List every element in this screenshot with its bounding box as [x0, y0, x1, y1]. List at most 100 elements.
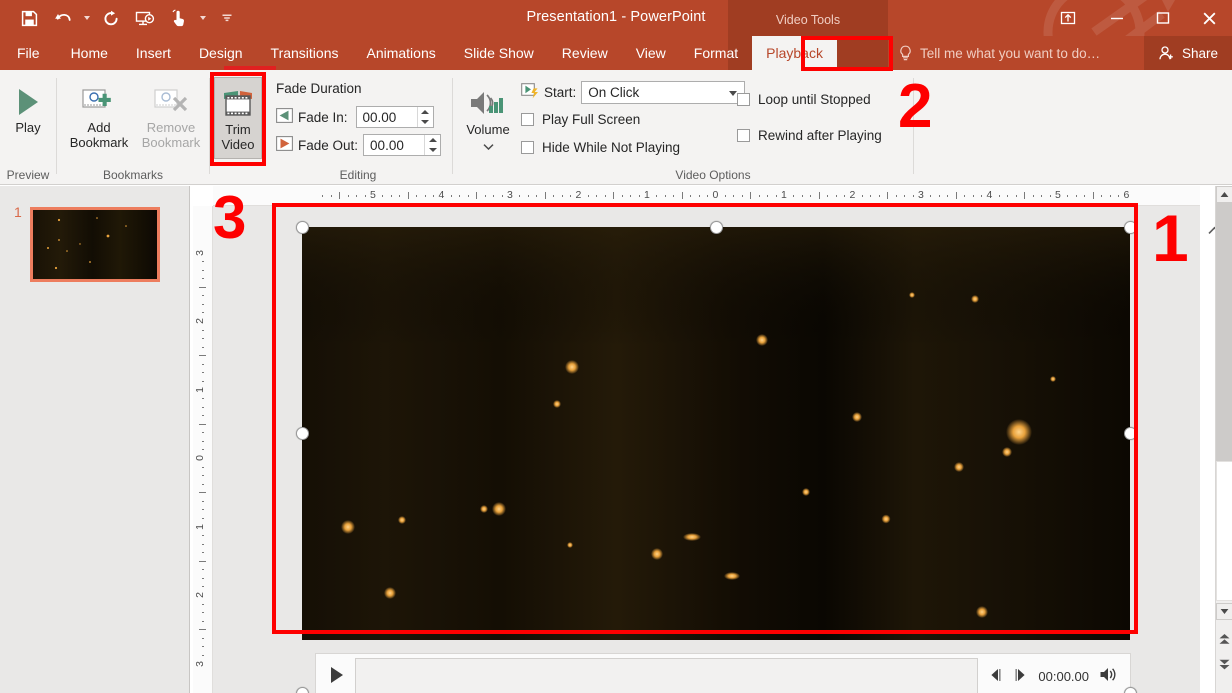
fade-in-input[interactable]: 00.00 [355, 106, 434, 128]
tab-insert[interactable]: Insert [122, 36, 185, 70]
close-icon[interactable] [1186, 0, 1232, 36]
tab-home[interactable]: Home [57, 36, 122, 70]
rewind-after-playing-checkbox[interactable]: Rewind after Playing [737, 128, 882, 143]
scrollbar-track[interactable] [1216, 461, 1232, 601]
scrollbar-thumb[interactable] [1216, 203, 1232, 461]
horizontal-ruler[interactable]: 5 4 3 2 1 0 1 2 3 4 5 6 [213, 186, 1200, 206]
fade-in-row: Fade In: 00.00 [276, 106, 434, 128]
ruler-tick [202, 312, 204, 314]
step-back-icon[interactable] [988, 667, 1003, 686]
selection-handle-bottom-left[interactable] [296, 687, 309, 693]
ruler-tick-label: 2 [849, 189, 856, 201]
speaker-icon[interactable] [1099, 666, 1118, 686]
tab-animations[interactable]: Animations [352, 36, 449, 70]
step-forward-icon[interactable] [1013, 667, 1028, 686]
ruler-tick-label: 5 [370, 189, 376, 201]
tab-review[interactable]: Review [548, 36, 622, 70]
trim-video-button[interactable]: Trim Video [214, 82, 262, 152]
ruler-tick [638, 195, 640, 197]
spinner-down-icon[interactable] [421, 120, 430, 124]
selection-handle-bottom-right[interactable] [1124, 687, 1137, 693]
media-control-bar[interactable]: 00:00.00 [315, 653, 1131, 693]
minimize-icon[interactable] [1094, 0, 1140, 36]
share-button[interactable]: Share [1143, 36, 1232, 70]
selection-handle-middle-left[interactable] [296, 427, 309, 440]
slide-canvas[interactable]: 00:00.00 [213, 206, 1200, 693]
checkbox-box[interactable] [737, 93, 750, 106]
ruler-tick-label: 5 [1055, 189, 1061, 201]
start-dropdown[interactable]: On Click [581, 81, 746, 104]
ruler-tick [199, 629, 206, 631]
ruler-tick [1109, 195, 1111, 197]
loop-until-stopped-checkbox[interactable]: Loop until Stopped [737, 92, 871, 107]
ruler-tick [202, 509, 204, 511]
ruler-tick [690, 195, 692, 197]
ribbon-display-options-icon[interactable] [1042, 0, 1094, 36]
ruler-tick [656, 195, 658, 197]
checkbox-box[interactable] [521, 113, 534, 126]
play-button[interactable]: Play [4, 80, 52, 135]
tab-view[interactable]: View [622, 36, 680, 70]
ruler-tick [202, 577, 204, 579]
tab-format[interactable]: Format [680, 36, 752, 70]
next-slide-icon[interactable] [1216, 653, 1232, 675]
selection-handle-middle-right[interactable] [1124, 427, 1137, 440]
fade-out-input[interactable]: 00.00 [363, 134, 442, 156]
fade-out-spinner[interactable] [424, 135, 440, 155]
vertical-scrollbar[interactable] [1215, 186, 1232, 693]
ribbon-group-bookmarks: Add Bookmark Remove Bookmark Bookmarks [57, 70, 209, 185]
spinner-up-icon[interactable] [421, 110, 430, 114]
selection-handle-top-center[interactable] [710, 221, 723, 234]
hide-while-not-playing-checkbox[interactable]: Hide While Not Playing [521, 140, 680, 155]
tab-playback[interactable]: Playback [752, 36, 837, 70]
tab-file[interactable]: File [0, 36, 57, 70]
group-label-editing: Editing [339, 168, 377, 182]
share-person-icon [1159, 45, 1173, 59]
scroll-up-arrow-icon[interactable] [1216, 186, 1232, 203]
ruler-tick [793, 195, 795, 197]
volume-dropdown-caret-icon[interactable] [482, 138, 494, 153]
ruler-tick [330, 195, 332, 197]
tab-design[interactable]: Design [185, 36, 257, 70]
tell-me-search[interactable]: Tell me what you want to do… [898, 36, 1100, 70]
fade-out-value: 00.00 [370, 137, 404, 153]
ruler-tick [202, 278, 204, 280]
ruler-tick [835, 195, 837, 197]
spinner-down-icon[interactable] [428, 148, 437, 152]
tab-label: Transitions [270, 45, 339, 61]
checkbox-box[interactable] [521, 141, 534, 154]
tab-transitions[interactable]: Transitions [257, 36, 353, 70]
play-full-screen-checkbox[interactable]: Play Full Screen [521, 112, 640, 127]
maximize-icon[interactable] [1140, 0, 1186, 36]
ruler-tick [202, 432, 204, 434]
ruler-tick [339, 192, 341, 199]
selection-handle-top-right[interactable] [1124, 221, 1137, 234]
ruler-tick [433, 195, 435, 197]
ruler-tick [202, 329, 204, 331]
previous-slide-icon[interactable] [1216, 628, 1232, 650]
ruler-tick-label: 0 [193, 455, 206, 461]
powerpoint-window: Presentation1 - PowerPoint Video Tools F… [0, 0, 1232, 693]
selection-handle-top-left[interactable] [296, 221, 309, 234]
slide-thumbnail-pane[interactable]: 1 [0, 186, 190, 693]
slide-thumbnail-1[interactable] [30, 207, 160, 282]
video-object[interactable] [302, 227, 1130, 640]
ruler-tick [202, 269, 204, 271]
video-thumbnail-preview [33, 210, 157, 279]
checkbox-box[interactable] [737, 129, 750, 142]
ruler-tick [199, 492, 206, 494]
fade-in-spinner[interactable] [416, 107, 433, 127]
ruler-tick [390, 195, 392, 197]
vertical-ruler[interactable]: 3 2 1 0 1 2 3 [193, 206, 213, 693]
add-bookmark-button[interactable]: Add Bookmark [65, 80, 133, 150]
ruler-tick [364, 195, 366, 197]
ribbon: Play Preview Add Bookmark Remove Bookmar… [0, 70, 1232, 234]
tab-slide-show[interactable]: Slide Show [450, 36, 548, 70]
volume-button[interactable]: Volume [459, 82, 517, 153]
ruler-tick [681, 192, 683, 199]
media-progress-track[interactable] [355, 658, 979, 693]
ruler-tick [775, 195, 777, 197]
media-play-button[interactable] [328, 665, 345, 688]
spinner-up-icon[interactable] [428, 138, 437, 142]
scroll-down-arrow-icon[interactable] [1216, 603, 1232, 620]
